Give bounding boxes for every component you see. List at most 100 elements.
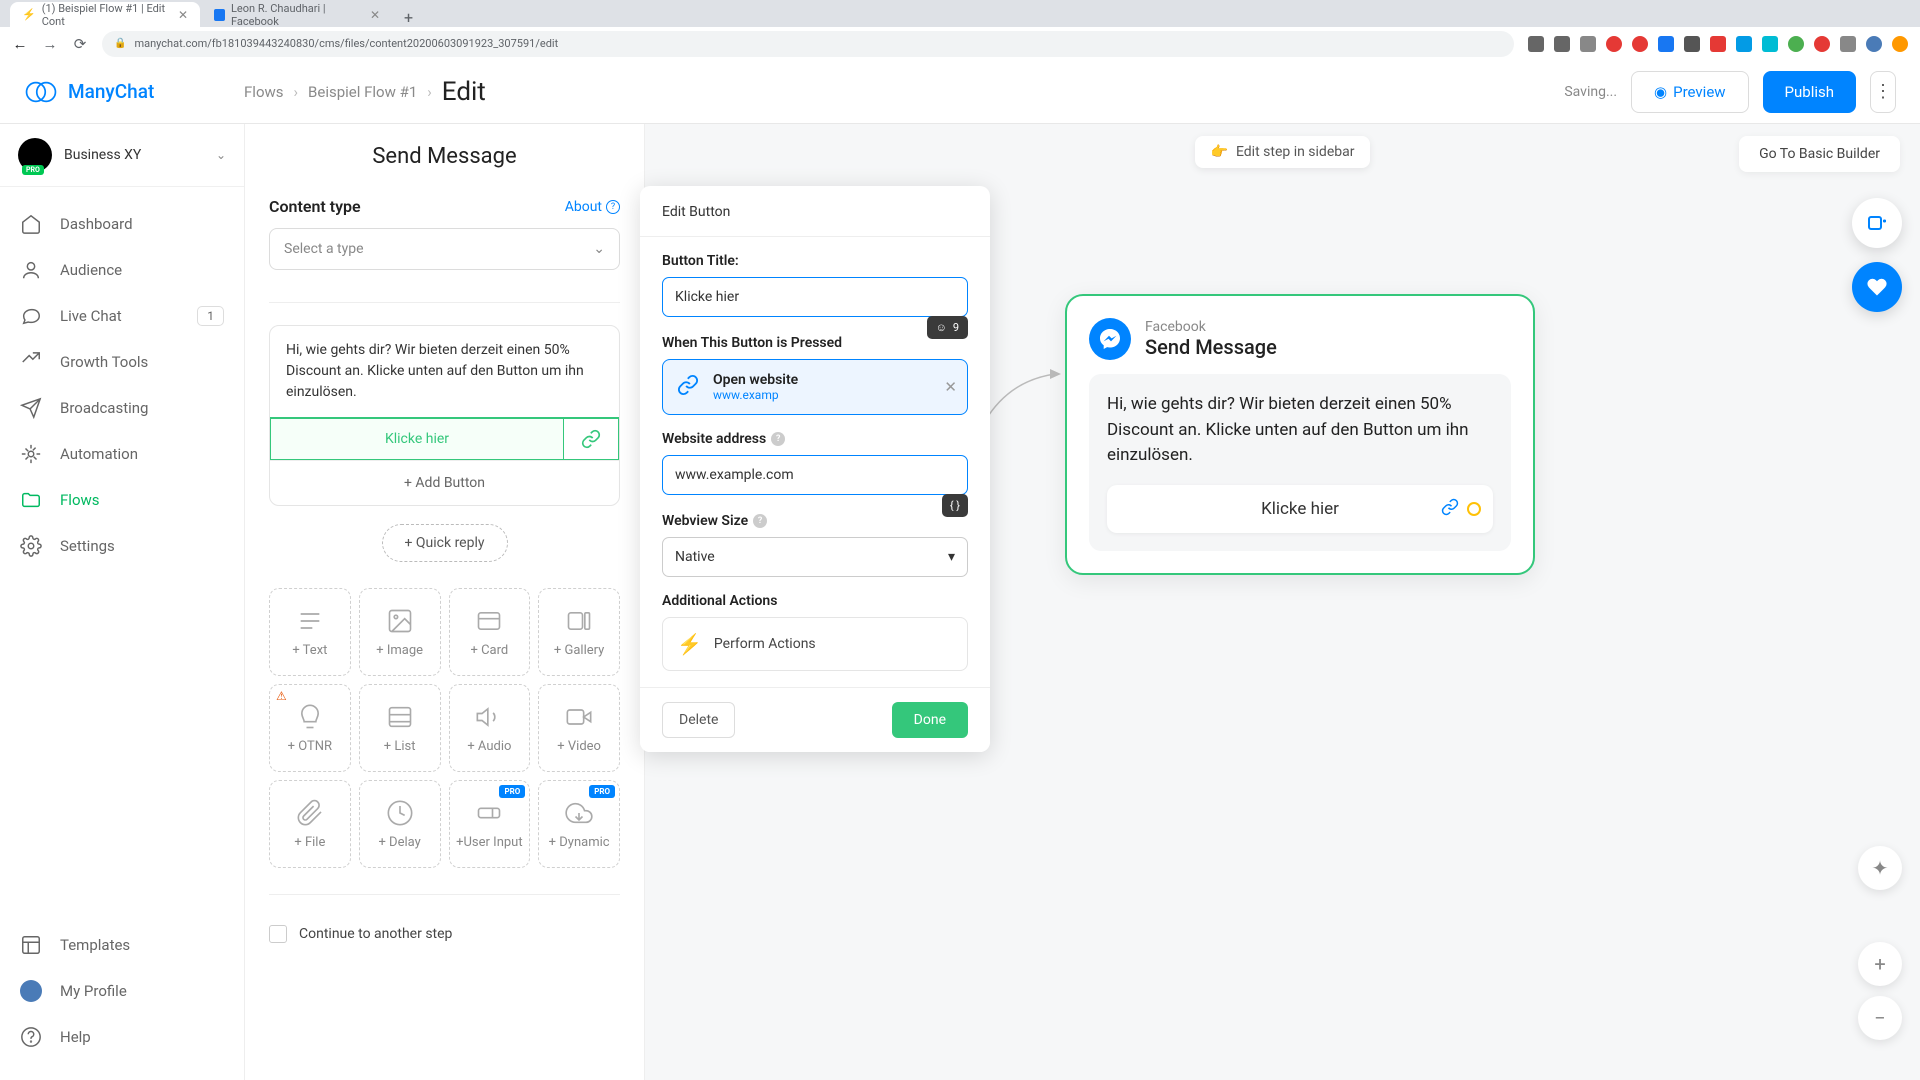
block-delay[interactable]: + Delay [359,780,441,868]
char-counter-badge: ☺ 9 [927,316,968,339]
message-button-row: Klicke hier [270,417,619,460]
center-view-button[interactable]: ✦ [1858,846,1902,890]
block-otnr[interactable]: ⚠+ OTNR [269,684,351,772]
block-file[interactable]: + File [269,780,351,868]
nav-help[interactable]: Help [0,1014,244,1060]
extension-icon[interactable] [1528,36,1544,52]
nav-settings[interactable]: Settings [0,523,244,569]
block-image[interactable]: + Image [359,588,441,676]
connector-dot[interactable] [1467,502,1481,516]
node-button[interactable]: Klicke hier [1107,485,1493,533]
extension-icon[interactable] [1684,36,1700,52]
back-icon[interactable]: ← [12,35,28,53]
nav-profile[interactable]: My Profile [0,968,244,1014]
url-text: manychat.com/fb181039443240830/cms/files… [134,37,558,50]
nav-growth[interactable]: Growth Tools [0,339,244,385]
block-list[interactable]: + List [359,684,441,772]
nav-audience[interactable]: Audience [0,247,244,293]
continue-label: Continue to another step [299,926,452,942]
extension-icon[interactable] [1710,36,1726,52]
zoom-in-button[interactable]: + [1858,942,1902,986]
breadcrumb-flows[interactable]: Flows [244,83,284,101]
extension-icon[interactable] [1606,36,1622,52]
more-menu-button[interactable]: ⋮ [1870,71,1896,113]
nav-livechat[interactable]: Live Chat 1 [0,293,244,339]
basic-builder-button[interactable]: Go To Basic Builder [1739,136,1900,172]
extension-icon[interactable] [1866,36,1882,52]
nav-flows[interactable]: Flows [0,477,244,523]
block-audio[interactable]: + Audio [449,684,531,772]
block-text[interactable]: + Text [269,588,351,676]
extension-icon[interactable] [1580,36,1596,52]
emoji-icon[interactable]: ☺ [936,321,947,334]
nav-automation[interactable]: Automation [0,431,244,477]
perform-actions-card[interactable]: ⚡ Perform Actions [662,617,968,671]
close-icon[interactable]: ✕ [178,8,188,22]
url-bar[interactable]: 🔒 manychat.com/fb181039443240830/cms/fil… [102,31,1514,57]
extension-icon[interactable] [1554,36,1570,52]
help-icon[interactable]: ? [771,432,785,446]
zoom-out-button[interactable]: − [1858,996,1902,1040]
add-button[interactable]: + Add Button [270,460,619,505]
test-flow-button[interactable] [1852,262,1902,312]
button-title-input[interactable] [662,277,968,317]
help-icon[interactable]: ? [753,514,767,528]
extension-icon[interactable] [1840,36,1856,52]
block-gallery[interactable]: + Gallery [538,588,620,676]
message-text[interactable]: Hi, wie gehts dir? Wir bieten derzeit ei… [270,326,619,417]
message-button[interactable]: Klicke hier [270,418,563,460]
about-link[interactable]: About ? [565,199,620,215]
tab-title: Leon R. Chaudhari | Facebook [231,2,364,28]
message-node[interactable]: Facebook Send Message Hi, wie gehts dir?… [1065,294,1535,575]
reload-icon[interactable]: ⟳ [72,35,88,53]
continue-checkbox[interactable] [269,925,287,943]
preview-button[interactable]: ◉ Preview [1631,71,1749,113]
add-step-button[interactable] [1852,198,1902,248]
quick-reply-button[interactable]: + Quick reply [382,524,508,562]
edit-hint-pill[interactable]: 👉 Edit step in sidebar [1195,136,1371,168]
breadcrumb-flow-name[interactable]: Beispiel Flow #1 [308,83,417,101]
facebook-icon [214,9,225,21]
variables-button[interactable]: { } [942,494,968,517]
extension-icon[interactable] [1814,36,1830,52]
extension-icon[interactable] [1892,36,1908,52]
webview-label: Webview Size ? [662,513,968,529]
done-button[interactable]: Done [892,702,968,738]
app-header: ManyChat Flows › Beispiel Flow #1 › Edit… [0,60,1920,124]
website-address-input[interactable] [662,455,968,495]
action-open-website[interactable]: Open website www.examp ✕ [662,359,968,415]
nav-dashboard[interactable]: Dashboard [0,201,244,247]
publish-button[interactable]: Publish [1763,71,1856,113]
block-user-input[interactable]: PRO+User Input [449,780,531,868]
publish-label: Publish [1785,83,1834,101]
breadcrumb-current: Edit [442,77,486,107]
pro-badge: PRO [499,785,525,798]
browser-tab-active[interactable]: ⚡ (1) Beispiel Flow #1 | Edit Cont ✕ [10,2,200,27]
extension-icon[interactable] [1736,36,1752,52]
delete-button[interactable]: Delete [662,702,735,738]
extension-icon[interactable] [1658,36,1674,52]
manychat-logo-icon [24,75,58,109]
continue-row[interactable]: Continue to another step [269,925,620,943]
block-video[interactable]: + Video [538,684,620,772]
close-icon[interactable]: ✕ [944,378,957,396]
block-card[interactable]: + Card [449,588,531,676]
content-type-select[interactable]: Select a type ⌄ [269,228,620,270]
extension-icon[interactable] [1762,36,1778,52]
extension-icon[interactable] [1632,36,1648,52]
nav-templates[interactable]: Templates [0,922,244,968]
block-dynamic[interactable]: PRO+ Dynamic [538,780,620,868]
link-icon[interactable] [563,418,619,460]
workspace-switcher[interactable]: PRO Business XY ⌄ [0,124,244,187]
forward-icon[interactable]: → [42,35,58,53]
nav-broadcasting[interactable]: Broadcasting [0,385,244,431]
message-card[interactable]: Hi, wie gehts dir? Wir bieten derzeit ei… [269,325,620,506]
node-button-label: Klicke hier [1261,499,1339,519]
new-tab-button[interactable]: + [394,8,423,27]
browser-tab[interactable]: Leon R. Chaudhari | Facebook ✕ [202,2,392,27]
extension-icon[interactable] [1788,36,1804,52]
webview-size-select[interactable]: Native ▾ [662,537,968,577]
close-icon[interactable]: ✕ [370,8,380,22]
nav-label: Help [60,1028,91,1046]
logo[interactable]: ManyChat [24,75,244,109]
